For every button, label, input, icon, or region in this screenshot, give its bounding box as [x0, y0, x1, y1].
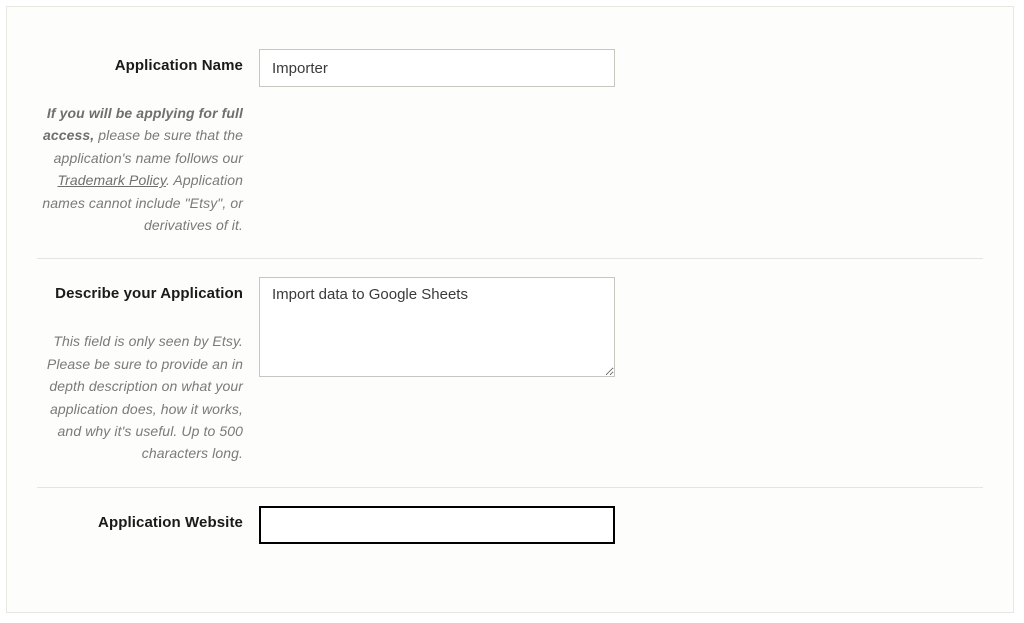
app-name-input[interactable] — [259, 49, 615, 87]
description-label: Describe your Application — [37, 285, 243, 302]
form-group-description: Describe your Application This field is … — [37, 259, 983, 487]
form-group-app-name: Application Name If you will be applying… — [37, 31, 983, 259]
description-help: This field is only seen by Etsy. Please … — [37, 330, 243, 464]
form-group-website: Application Website — [37, 488, 983, 550]
website-label: Application Website — [37, 514, 243, 531]
app-settings-panel: Application Name If you will be applying… — [6, 6, 1014, 613]
trademark-policy-link[interactable]: Trademark Policy — [57, 172, 165, 188]
app-name-label: Application Name — [37, 57, 243, 74]
website-input[interactable] — [259, 506, 615, 544]
description-textarea[interactable]: Import data to Google Sheets — [259, 277, 615, 377]
app-name-help: If you will be applying for full access,… — [37, 102, 243, 236]
